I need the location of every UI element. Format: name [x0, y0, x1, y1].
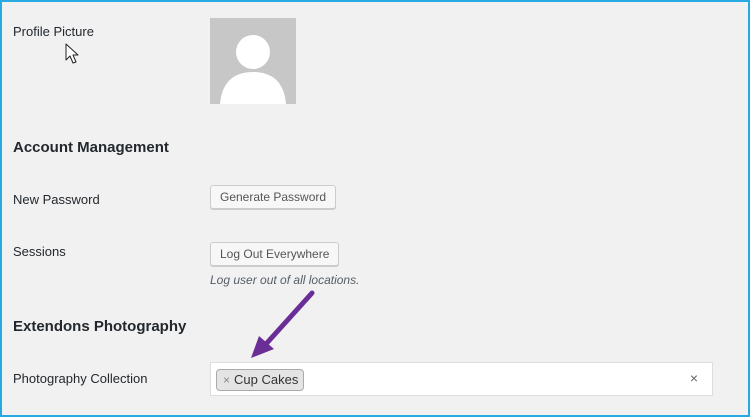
photography-collection-label: Photography Collection	[13, 371, 148, 386]
profile-picture-label: Profile Picture	[13, 24, 94, 39]
avatar-silhouette-icon	[210, 18, 296, 104]
account-management-heading: Account Management	[13, 139, 169, 156]
new-password-label: New Password	[13, 192, 100, 207]
tag-remove-icon[interactable]: ×	[223, 370, 230, 390]
sessions-hint: Log user out of all locations.	[210, 273, 360, 287]
selected-tag-cup-cakes: × Cup Cakes	[216, 369, 305, 391]
generate-password-button[interactable]: Generate Password	[210, 185, 337, 209]
extendons-photography-heading: Extendons Photography	[13, 318, 187, 335]
clear-selection-icon[interactable]: ×	[690, 370, 698, 386]
settings-panel: Profile Picture Account Management New P…	[0, 0, 750, 417]
profile-avatar[interactable]	[210, 18, 296, 104]
photography-collection-select[interactable]: × Cup Cakes ×	[210, 362, 713, 396]
log-out-everywhere-button[interactable]: Log Out Everywhere	[210, 242, 340, 266]
tag-label: Cup Cakes	[234, 372, 299, 387]
sessions-label: Sessions	[13, 244, 66, 259]
